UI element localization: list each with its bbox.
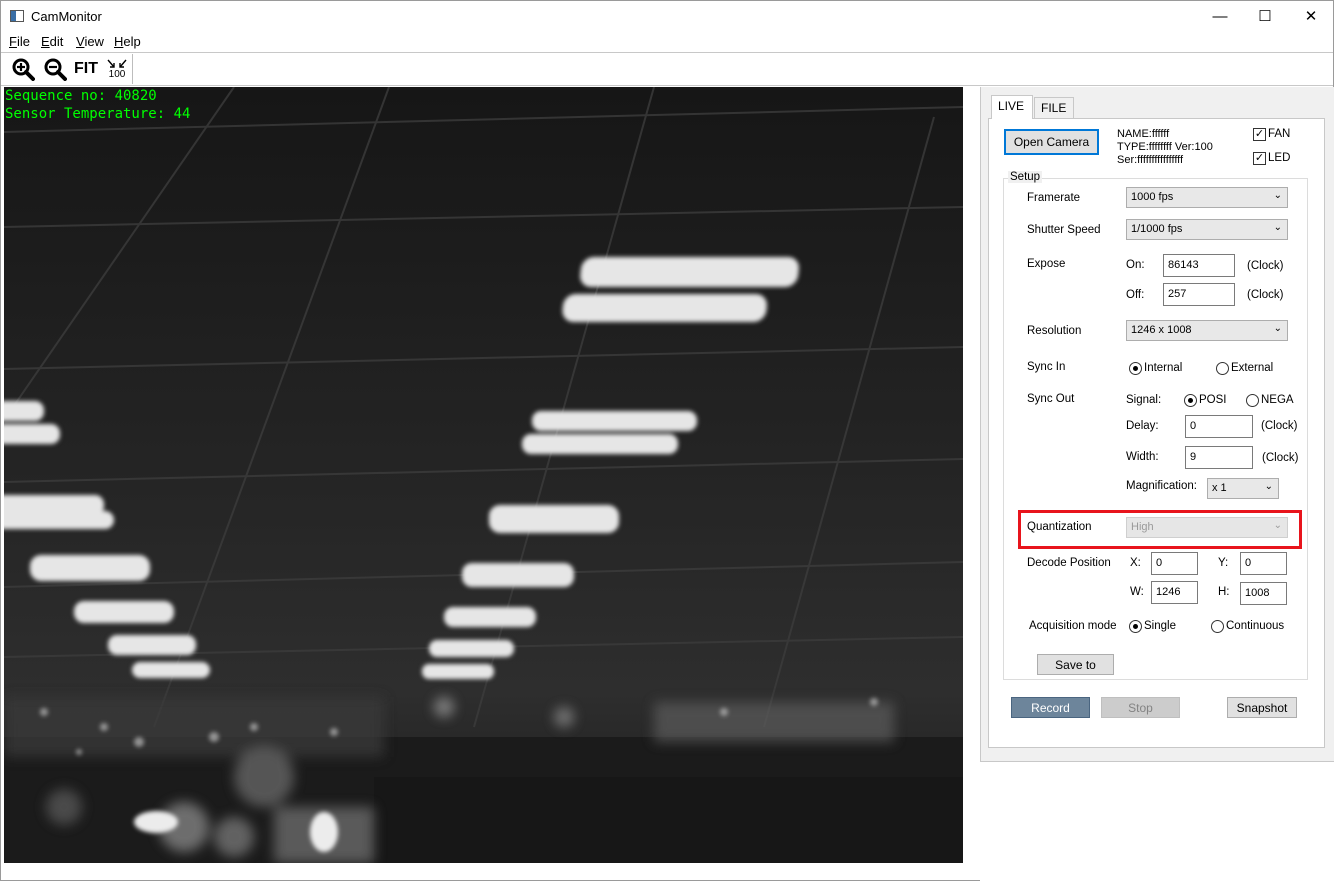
menu-file[interactable]: File [9,34,30,49]
expose-on-input[interactable]: 86143 [1163,254,1235,277]
fan-checkbox[interactable]: ✓ [1253,128,1266,141]
menu-help[interactable]: Help [114,34,141,49]
signal-posi-radio[interactable] [1184,394,1197,407]
shutter-speed-select[interactable]: 1/1000 fps ⌄ [1126,219,1288,240]
acq-single-radio[interactable] [1129,620,1142,633]
tab-file[interactable]: FILE [1034,97,1074,118]
resolution-label: Resolution [1027,325,1082,337]
decode-w-input[interactable]: 1246 [1151,581,1198,604]
quantization-highlight [1018,510,1302,549]
acq-continuous-label: Continuous [1226,620,1285,632]
camera-serial: Ser:ffffffffffffffff [1117,154,1184,166]
zoom-in-icon [12,58,35,81]
app-icon [10,10,24,22]
record-button[interactable]: Record [1011,697,1090,718]
framerate-select[interactable]: 1000 fps ⌄ [1126,187,1288,208]
zoom-out-icon [44,58,67,81]
decode-h-label: H: [1218,586,1230,598]
magnification-label: Magnification: [1126,480,1197,492]
camera-image [4,87,963,863]
expose-off-unit: (Clock) [1247,289,1284,301]
signal-nega-label: NEGA [1261,394,1294,406]
acq-continuous-radio[interactable] [1211,620,1224,633]
led-checkbox[interactable]: ✓ [1253,152,1266,165]
toolbar-separator [132,54,133,84]
magnification-value: x 1 [1212,482,1227,494]
chevron-down-icon: ⌄ [1264,481,1273,492]
close-button[interactable]: ✕ [1288,1,1334,31]
signal-label: Signal: [1126,394,1162,406]
expose-off-input[interactable]: 257 [1163,283,1235,306]
expose-label: Expose [1027,258,1066,270]
zoom-in-button[interactable] [10,56,36,82]
title-bar [1,1,1333,31]
camera-type: TYPE:ffffffff Ver:100 [1117,141,1213,153]
decode-x-input[interactable]: 0 [1151,552,1198,575]
sync-external-radio[interactable] [1216,362,1229,375]
setup-group-title: Setup [1008,171,1043,183]
chevron-down-icon: ⌄ [1273,222,1282,233]
status-area [980,761,1334,881]
camera-view[interactable]: Sequence no: 40820 Sensor Temperature: 4… [4,87,963,863]
sequence-number: Sequence no: 40820 [5,88,157,104]
sync-external-label: External [1231,362,1274,374]
window-title: CamMonitor [31,9,102,24]
signal-posi-label: POSI [1199,394,1227,406]
maximize-button[interactable]: ☐ [1242,1,1288,31]
menu-view[interactable]: View [76,34,104,49]
menu-edit[interactable]: Edit [41,34,63,49]
delay-unit: (Clock) [1261,420,1298,432]
signal-nega-radio[interactable] [1246,394,1259,407]
actual-size-button[interactable]: 100 [105,56,129,82]
expose-on-label: On: [1126,259,1145,271]
delay-input[interactable]: 0 [1185,415,1253,438]
fan-label: FAN [1268,128,1291,140]
save-to-button[interactable]: Save to [1037,654,1114,675]
decode-w-label: W: [1130,586,1144,598]
stop-button[interactable]: Stop [1101,697,1180,718]
magnification-select[interactable]: x 1 ⌄ [1207,478,1279,499]
fit-button[interactable]: FIT [72,56,100,82]
expose-off-label: Off: [1126,289,1145,301]
acq-single-label: Single [1144,620,1176,632]
shrink-arrows-icon [107,59,127,68]
sync-in-label: Sync In [1027,361,1066,373]
snapshot-button[interactable]: Snapshot [1227,697,1297,718]
framerate-label: Framerate [1027,192,1081,204]
framerate-value: 1000 fps [1131,191,1174,203]
decode-x-label: X: [1130,557,1141,569]
actual-size-label: 100 [108,68,126,80]
open-camera-button[interactable]: Open Camera [1004,129,1099,155]
minimize-button[interactable]: — [1197,1,1243,31]
sync-internal-label: Internal [1144,362,1183,374]
shutter-speed-label: Shutter Speed [1027,224,1101,236]
sensor-temperature: Sensor Temperature: 44 [5,106,191,122]
sync-out-label: Sync Out [1027,393,1075,405]
decode-y-input[interactable]: 0 [1240,552,1287,575]
chevron-down-icon: ⌄ [1273,323,1282,334]
expose-on-unit: (Clock) [1247,260,1284,272]
resolution-value: 1246 x 1008 [1131,324,1192,336]
toolbar [1,52,1333,86]
shutter-speed-value: 1/1000 fps [1131,223,1183,235]
sync-internal-radio[interactable] [1129,362,1142,375]
zoom-out-button[interactable] [42,56,68,82]
width-label: Width: [1126,451,1159,463]
decode-h-input[interactable]: 1008 [1240,582,1287,605]
led-label: LED [1268,152,1291,164]
width-input[interactable]: 9 [1185,446,1253,469]
delay-label: Delay: [1126,420,1159,432]
resolution-select[interactable]: 1246 x 1008 ⌄ [1126,320,1288,341]
menu-bar [1,31,1333,52]
width-unit: (Clock) [1262,452,1299,464]
acquisition-mode-label: Acquisition mode [1029,620,1117,632]
decode-position-label: Decode Position [1027,557,1111,569]
decode-y-label: Y: [1218,557,1229,569]
chevron-down-icon: ⌄ [1273,190,1282,201]
camera-name: NAME:ffffff [1117,128,1170,140]
tab-live[interactable]: LIVE [991,95,1033,119]
